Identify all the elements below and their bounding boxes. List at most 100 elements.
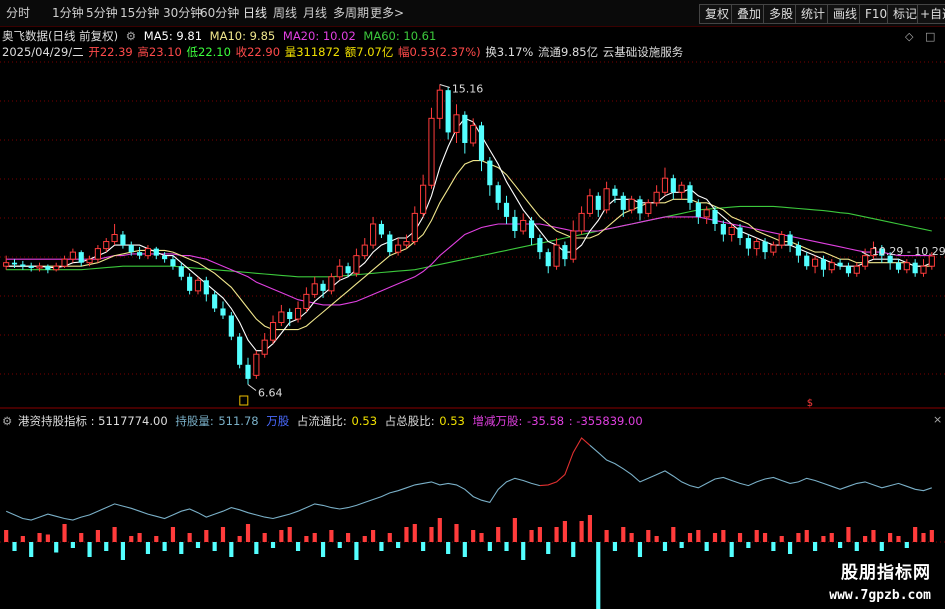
candle-body: [378, 223, 385, 235]
kline-chart[interactable]: 15.16 6.64 10.29 - 10.29 $: [0, 0, 945, 609]
change-bar-up: [804, 530, 809, 542]
change-bar-up: [37, 533, 42, 542]
change-bar-up: [863, 536, 868, 542]
candle-body: [94, 248, 101, 260]
candle-body: [695, 202, 701, 217]
change-bar-up: [754, 530, 759, 542]
candle-body: [403, 241, 410, 246]
change-bar-up: [220, 527, 226, 542]
change-bar-down: [504, 542, 509, 551]
candle-body: [345, 266, 351, 274]
change-bar-down: [337, 542, 342, 548]
candle-body: [436, 89, 443, 119]
candle-body: [387, 234, 393, 253]
change-bar-up: [921, 533, 926, 542]
change-bar-up: [129, 536, 134, 542]
candle-body: [795, 245, 801, 256]
change-bar-down: [637, 542, 643, 557]
change-bar-up: [362, 536, 367, 542]
change-bar-down: [704, 542, 709, 551]
change-bar-up: [687, 533, 693, 542]
candle-body: [753, 241, 760, 250]
candle-body: [545, 252, 551, 267]
candle-body: [153, 248, 159, 256]
candle-body: [144, 248, 152, 257]
change-bar-up: [45, 534, 50, 542]
indicator-panel: [4, 437, 934, 609]
candle-body: [895, 262, 902, 270]
change-bar-up: [245, 524, 251, 542]
change-bar-down: [812, 542, 818, 551]
change-bar-down: [254, 542, 259, 554]
candle-body: [445, 90, 451, 133]
change-bar-up: [512, 518, 517, 542]
change-bar-down: [229, 542, 234, 557]
change-bar-down: [462, 542, 467, 557]
candle-body: [69, 251, 76, 260]
change-bar-down: [12, 542, 17, 551]
candle-body: [287, 311, 293, 320]
change-bar-up: [779, 536, 784, 542]
ma20-line: [6, 216, 932, 306]
change-bar-up: [345, 533, 351, 542]
candle-body: [228, 315, 234, 337]
annotations: 15.16 6.64 10.29 - 10.29 $: [239, 83, 945, 409]
candle-body: [720, 223, 726, 235]
change-bar-down: [596, 542, 601, 609]
candle-body: [712, 209, 718, 224]
change-bar-up: [204, 530, 209, 542]
change-bar-up: [604, 530, 609, 542]
candle-body: [245, 364, 251, 379]
candle-body: [462, 114, 468, 143]
change-bar-up: [287, 527, 292, 542]
change-bar-down: [104, 542, 109, 551]
change-bar-down: [179, 542, 184, 554]
change-bar-up: [437, 518, 442, 542]
change-bar-up: [479, 533, 484, 542]
high-arrow: [439, 84, 450, 89]
change-bar-up: [371, 530, 376, 542]
watermark-url: www.7gpzb.com: [829, 588, 931, 603]
change-bar-down: [787, 542, 793, 554]
change-bar-up: [888, 533, 893, 542]
candle-body: [670, 178, 676, 193]
candle-body: [603, 188, 610, 211]
change-bar-up: [762, 533, 768, 542]
candle-body: [28, 266, 34, 268]
change-bar-up: [829, 533, 834, 542]
candle-body: [612, 188, 618, 196]
change-bar-down: [679, 542, 684, 548]
change-bar-up: [329, 530, 334, 542]
change-bar-up: [796, 533, 801, 542]
change-bar-up: [4, 530, 9, 542]
candle-body: [178, 266, 184, 277]
candle-body: [203, 280, 209, 295]
change-bar-up: [170, 527, 176, 542]
candle-body: [470, 124, 477, 144]
candle-body: [845, 266, 852, 274]
change-bar-up: [154, 536, 159, 542]
holding-line: [589, 444, 932, 492]
candle-body: [862, 255, 869, 267]
candle-body: [637, 199, 643, 214]
candle-body: [537, 238, 543, 253]
change-bar-up: [312, 533, 317, 542]
ma60-line: [6, 205, 932, 278]
candle-body: [512, 216, 518, 231]
change-bar-up: [579, 521, 584, 542]
candle-body: [586, 195, 594, 214]
change-bar-down: [29, 542, 34, 557]
candle-body: [804, 255, 810, 267]
change-bar-down: [379, 542, 384, 551]
change-bar-up: [137, 533, 142, 542]
change-bar-up: [929, 530, 934, 542]
change-bar-up: [821, 536, 826, 542]
change-bar-up: [587, 515, 593, 542]
holding-line: [5, 477, 541, 521]
candle-body: [237, 336, 243, 365]
candle-body: [361, 244, 368, 257]
candle-body: [478, 125, 485, 161]
change-bar-up: [112, 527, 117, 542]
candle-body: [762, 241, 768, 253]
change-bar-down: [354, 542, 359, 560]
